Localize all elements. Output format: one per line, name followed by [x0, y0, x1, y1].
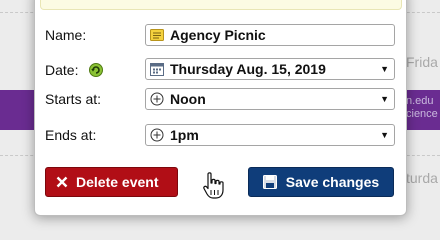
close-icon — [56, 176, 68, 188]
chevron-down-icon: ▼ — [380, 94, 389, 104]
end-time-value: 1pm — [170, 127, 199, 143]
hand-cursor-icon — [203, 172, 224, 199]
delete-event-button[interactable]: Delete event — [45, 167, 178, 197]
event-name-input[interactable]: Agency Picnic — [145, 24, 395, 46]
start-time-select[interactable]: Noon ▼ — [145, 88, 395, 110]
calendar-day-header: Frida — [406, 54, 438, 70]
clock-icon — [150, 92, 164, 106]
event-name-value: Agency Picnic — [170, 27, 266, 43]
end-time-select[interactable]: 1pm ▼ — [145, 124, 395, 146]
calendar-day-header: turda — [406, 170, 438, 186]
edit-event-dialog: Name: Agency Picnic Date: Thursday Aug. … — [34, 0, 407, 216]
chevron-down-icon: ▼ — [380, 130, 389, 140]
notice-banner — [40, 0, 402, 10]
delete-event-label: Delete event — [76, 174, 159, 190]
calendar-event-link[interactable]: cience — [406, 108, 438, 121]
start-time-value: Noon — [170, 91, 206, 107]
date-label-text: Date: — [45, 62, 79, 78]
calendar-icon — [150, 63, 164, 76]
clock-icon — [150, 128, 164, 142]
name-label: Name: — [45, 27, 87, 43]
recurring-arrow-icon[interactable] — [89, 63, 103, 77]
save-changes-button[interactable]: Save changes — [248, 167, 394, 197]
date-label: Date: — [45, 62, 103, 78]
floppy-disk-icon — [262, 175, 277, 189]
chevron-down-icon: ▼ — [380, 64, 389, 74]
save-changes-label: Save changes — [285, 174, 380, 190]
ends-at-label: Ends at: — [45, 127, 97, 143]
starts-at-label: Starts at: — [45, 91, 102, 107]
calendar-event-link[interactable]: n.edu — [406, 95, 434, 108]
date-select[interactable]: Thursday Aug. 15, 2019 ▼ — [145, 58, 395, 80]
date-value: Thursday Aug. 15, 2019 — [170, 61, 326, 77]
note-icon — [150, 29, 164, 41]
